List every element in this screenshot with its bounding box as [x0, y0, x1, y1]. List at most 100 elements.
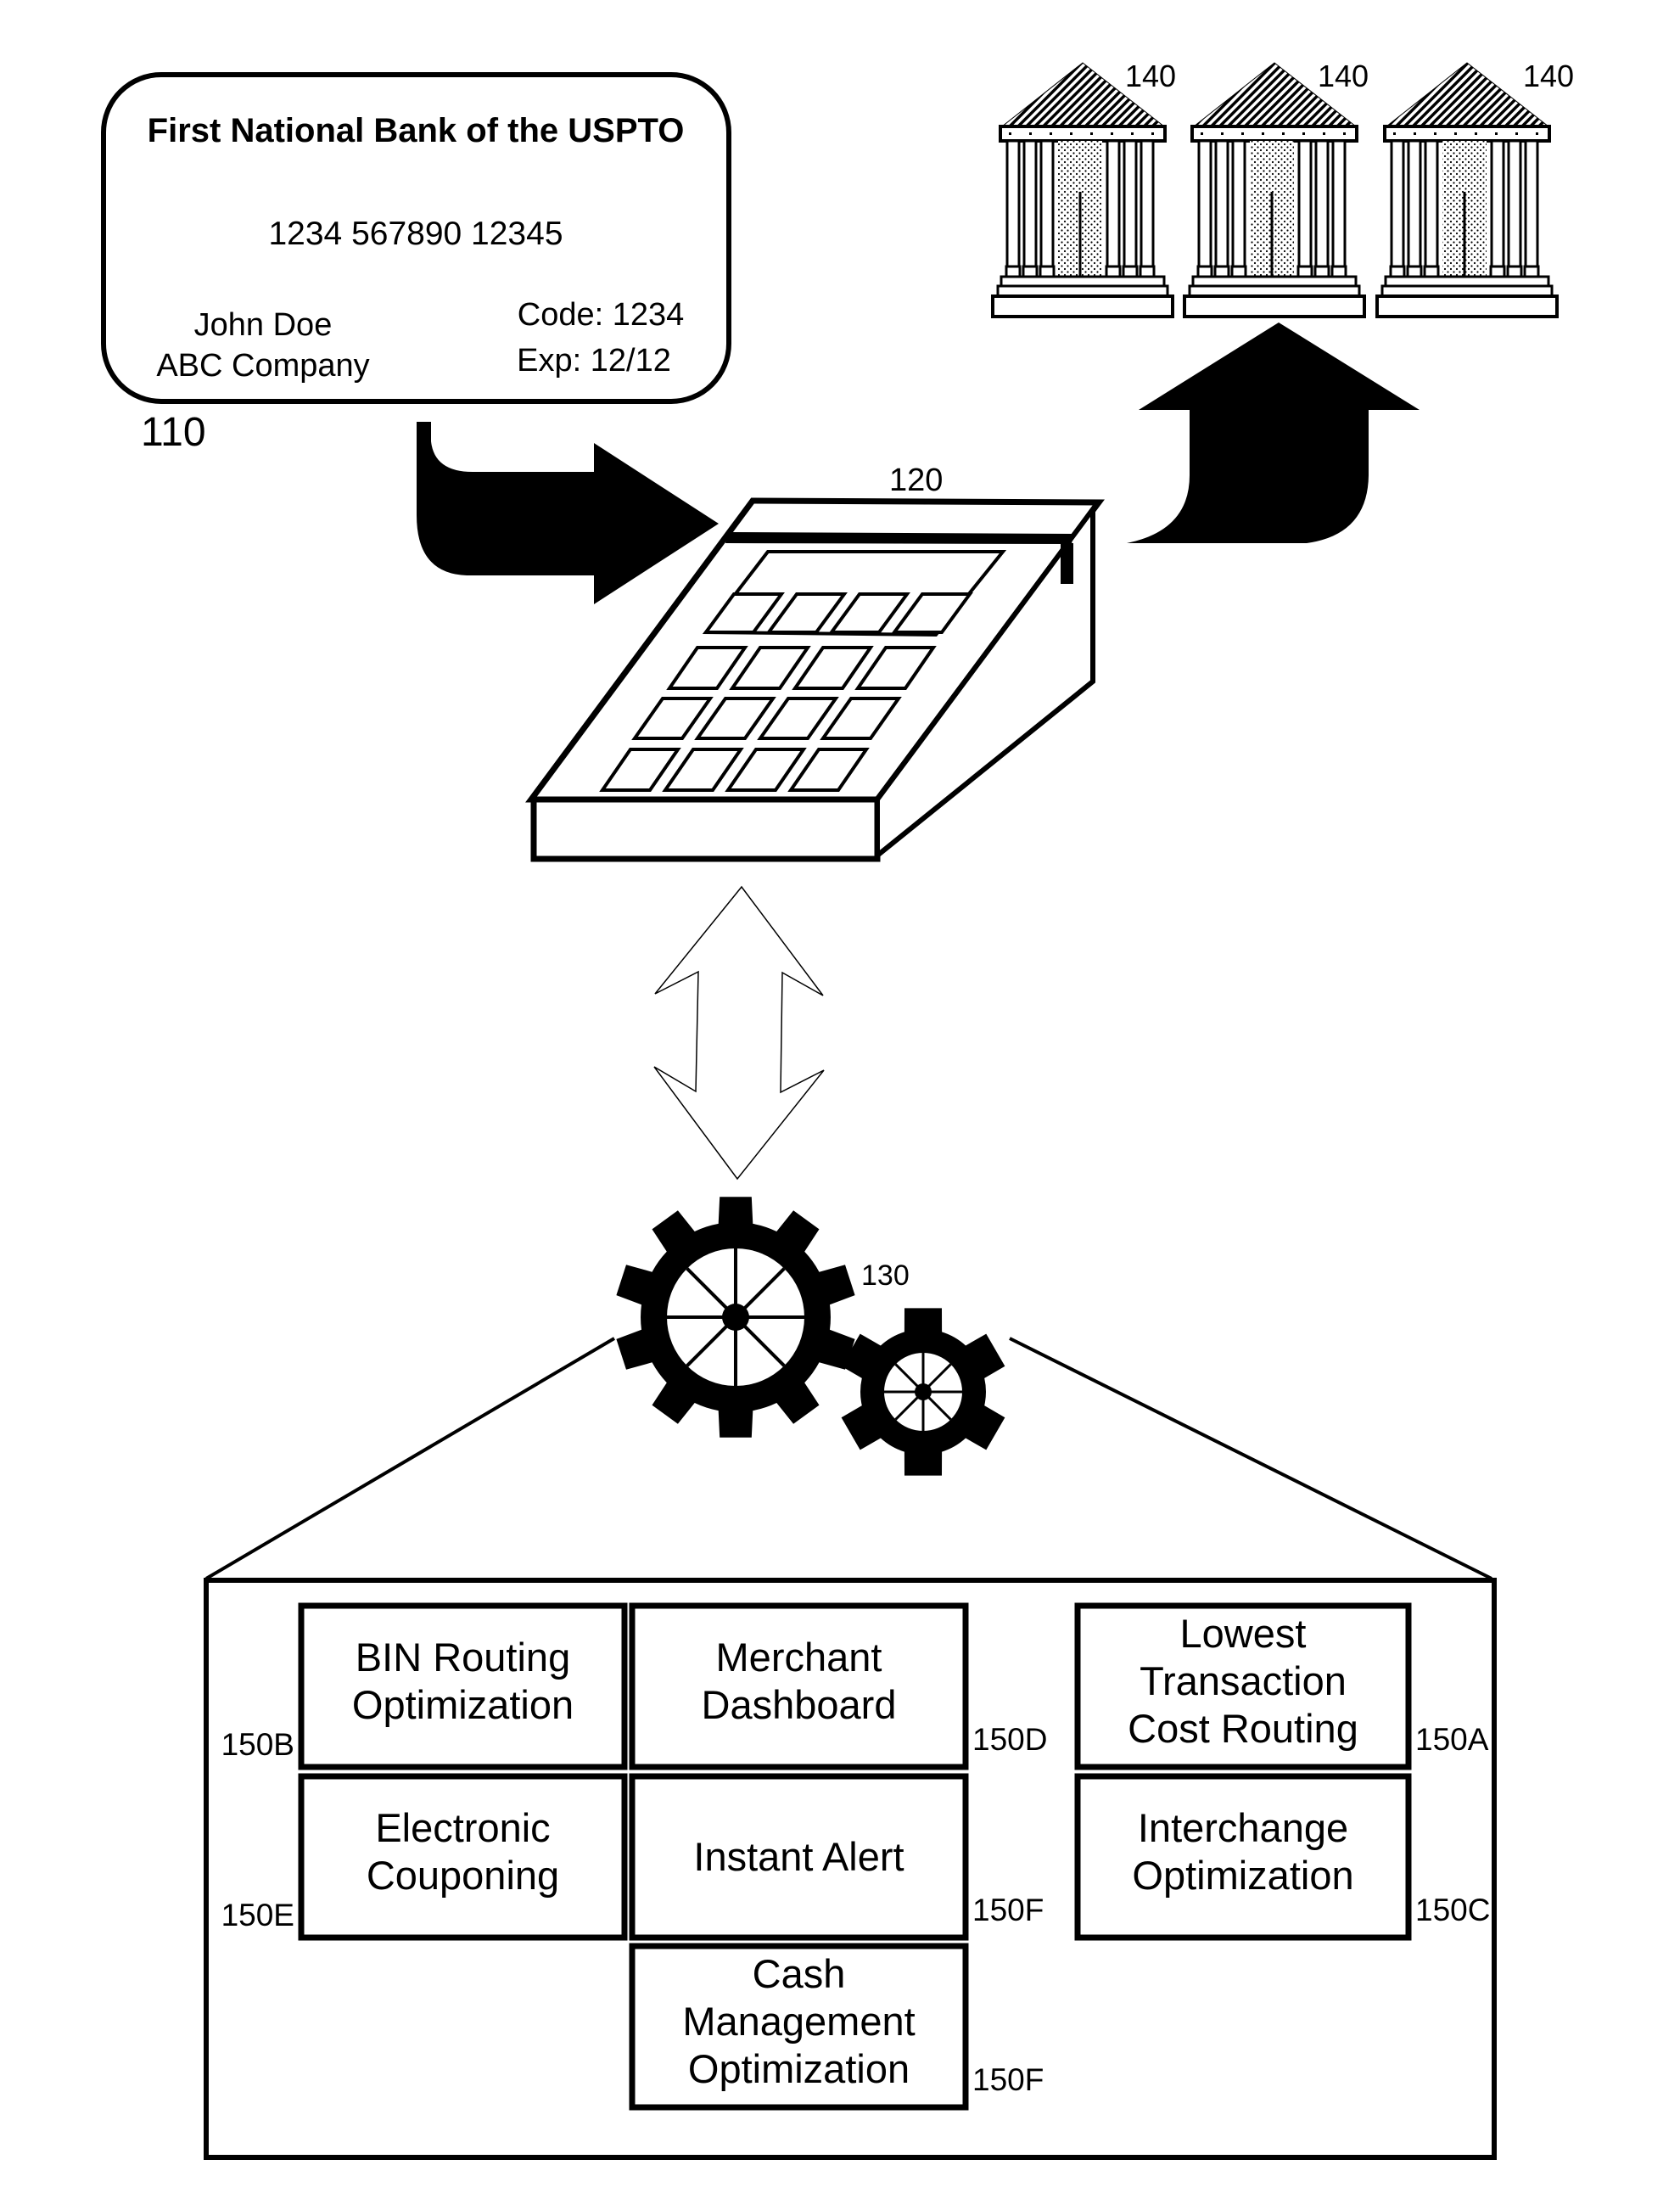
module-box: ElectronicCouponing 150E [221, 1773, 628, 1941]
entablature-dot [1111, 132, 1113, 135]
bank-column [1297, 139, 1313, 270]
column-base [1313, 265, 1330, 278]
bank-building [1183, 62, 1366, 318]
module-ref-label: 150F [972, 2062, 1044, 2097]
module-label-line: Electronic [375, 1805, 550, 1850]
bank-column [1140, 139, 1155, 270]
bank-foundation [1183, 294, 1366, 318]
entablature-dot [1241, 132, 1244, 135]
entablature-dot [1323, 132, 1325, 135]
module-label-line: Lowest [1180, 1611, 1307, 1656]
card-slot [725, 532, 1073, 544]
card-holder-name: John Doe [194, 307, 333, 343]
bank-column [1490, 139, 1505, 270]
column-base [1423, 265, 1440, 278]
module-ref-label: 150D [972, 1722, 1047, 1757]
bank-column [1123, 139, 1138, 270]
module-label-line: BIN Routing [356, 1635, 570, 1680]
column-base [1139, 265, 1156, 278]
terminal-front-face [530, 796, 881, 862]
bank-building [1375, 62, 1559, 318]
module-box: MerchantDashboard 150D [629, 1602, 1047, 1770]
ref-label-120: 120 [889, 463, 943, 498]
ref-label-130: 130 [861, 1259, 910, 1292]
bank-foundation [991, 294, 1174, 318]
column-base [1196, 265, 1213, 278]
bank-column [1314, 139, 1330, 270]
column-base [1213, 265, 1230, 278]
ref-label-140: 140 [1125, 59, 1176, 93]
bank-column [1331, 139, 1347, 270]
bank-step [1000, 275, 1166, 288]
bank-column [1407, 139, 1422, 270]
entablature-dot [1090, 132, 1093, 135]
card-slot-hook [1061, 543, 1073, 584]
column-base [1523, 265, 1540, 278]
column-base [1122, 265, 1139, 278]
module-grid: BIN RoutingOptimization150BMerchantDashb… [221, 1602, 1490, 2111]
bank-foundation [1375, 294, 1559, 318]
module-label-line: Transaction [1140, 1658, 1347, 1703]
bank-column [1005, 139, 1021, 270]
module-label-line: Dashboard [702, 1682, 897, 1727]
bank-step [1384, 275, 1550, 288]
entablature-dot [1475, 132, 1477, 135]
gear-hub [915, 1383, 932, 1400]
bank-column [1524, 139, 1539, 270]
bank-building [991, 62, 1174, 318]
bank-column [1106, 139, 1121, 270]
column-base [1406, 265, 1423, 278]
bank-column [1390, 139, 1405, 270]
processing-engine [616, 1197, 1005, 1476]
entablature-dot [1151, 132, 1154, 135]
module-ref-label: 150C [1415, 1893, 1490, 1927]
module-ref-label: 150F [972, 1893, 1044, 1927]
module-label-line: Optimization [688, 2046, 910, 2091]
column-base [1039, 265, 1056, 278]
entablature-dot [1393, 132, 1396, 135]
bidirectional-arrow [653, 885, 825, 1181]
ref-label-140: 140 [1523, 59, 1574, 93]
module-label-line: Instant Alert [693, 1834, 904, 1879]
entablature-dot [1302, 132, 1305, 135]
credit-card: First National Bank of the USPTO 1234 56… [101, 72, 731, 404]
entablature-dot [1454, 132, 1457, 135]
column-base [1506, 265, 1523, 278]
bank-column [1424, 139, 1439, 270]
column-base [1296, 265, 1313, 278]
entablature-dot [1221, 132, 1224, 135]
module-label-line: Merchant [716, 1635, 882, 1680]
module-label-line: Optimization [1132, 1853, 1353, 1898]
module-box: LowestTransactionCost Routing 150A [1074, 1602, 1489, 1770]
module-ref-label: 150A [1415, 1722, 1489, 1757]
entablature-dot [1009, 132, 1011, 135]
expansion-line-left [204, 1337, 616, 1580]
module-label-line: Interchange [1138, 1805, 1348, 1850]
expansion-line-right [1009, 1337, 1492, 1580]
module-box: CashManagementOptimization 150F [629, 1943, 1044, 2111]
card-expiry: Exp: 12/12 [517, 343, 671, 379]
column-base [1230, 265, 1247, 278]
column-base [1389, 265, 1406, 278]
entablature-dot [1070, 132, 1072, 135]
bank-entablature [999, 125, 1167, 143]
entablature-dot [1515, 132, 1518, 135]
ref-label-110: 110 [141, 410, 206, 455]
bank-entablature [1190, 125, 1358, 143]
column-base [1022, 265, 1039, 278]
bank-column [1231, 139, 1246, 270]
entablature-dot [1201, 132, 1203, 135]
module-box: BIN RoutingOptimization 150B [221, 1602, 628, 1770]
ref-label-140: 140 [1318, 59, 1369, 93]
bank-column [1022, 139, 1038, 270]
arrow-terminal-to-banks [1127, 323, 1420, 543]
module-box: InterchangeOptimization 150C [1074, 1773, 1490, 1941]
gear-large-icon [616, 1197, 855, 1438]
entablature-dot [1414, 132, 1416, 135]
module-box: Instant Alert 150F [629, 1773, 1044, 1941]
module-label-line: Couponing [367, 1853, 559, 1898]
bank-entablature [1383, 125, 1551, 143]
entablature-dot [1050, 132, 1052, 135]
arrow-card-to-terminal [417, 422, 719, 604]
module-label-line: Cost Routing [1128, 1706, 1358, 1751]
